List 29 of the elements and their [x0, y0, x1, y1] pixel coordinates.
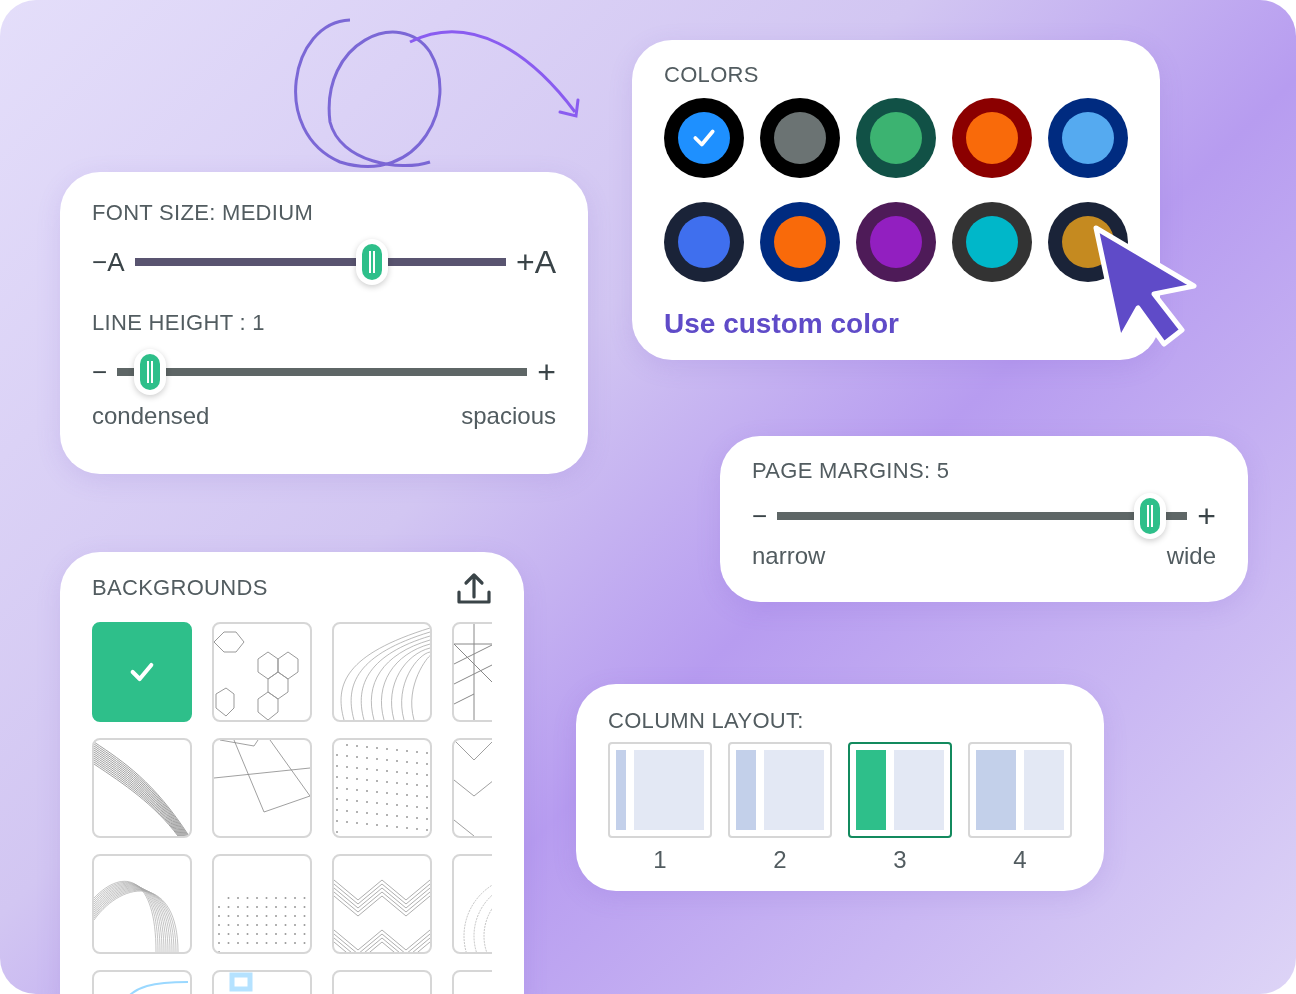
increase-font-button[interactable]: +A — [515, 243, 556, 281]
custom-color-link[interactable]: Use custom color — [664, 308, 899, 340]
layout-number: 4 — [1013, 846, 1027, 874]
slider-thumb[interactable] — [134, 349, 166, 395]
max-label: spacious — [461, 402, 556, 430]
background-tile[interactable] — [212, 854, 312, 954]
increase-button[interactable]: + — [1197, 497, 1216, 535]
upload-icon[interactable] — [456, 570, 492, 606]
font-size-label: FONT SIZE: MEDIUM — [92, 200, 315, 226]
colors-label: COLORS — [664, 62, 760, 88]
decrease-button[interactable]: − — [752, 500, 768, 532]
increase-button[interactable]: + — [537, 353, 556, 391]
layout-option[interactable] — [848, 742, 952, 838]
page-margins-label: PAGE MARGINS: 5 — [752, 458, 951, 484]
backgrounds-label: BACKGROUNDS — [92, 575, 268, 601]
layout-number: 2 — [773, 846, 787, 874]
line-height-label: LINE HEIGHT : 1 — [92, 310, 266, 336]
min-label: condensed — [92, 402, 210, 430]
slider-thumb[interactable] — [356, 239, 389, 285]
layout-number: 3 — [893, 846, 907, 874]
decrease-font-button[interactable]: −A — [92, 246, 125, 278]
column-layout-label: COLUMN LAYOUT: — [608, 708, 805, 734]
decrease-button[interactable]: − — [92, 356, 108, 388]
background-tile[interactable] — [92, 622, 192, 722]
min-label: narrow — [752, 542, 826, 570]
max-label: wide — [1166, 542, 1216, 570]
slider-thumb[interactable] — [1134, 493, 1167, 539]
layout-number: 1 — [653, 846, 667, 874]
square-outline-drawing — [229, 972, 253, 992]
